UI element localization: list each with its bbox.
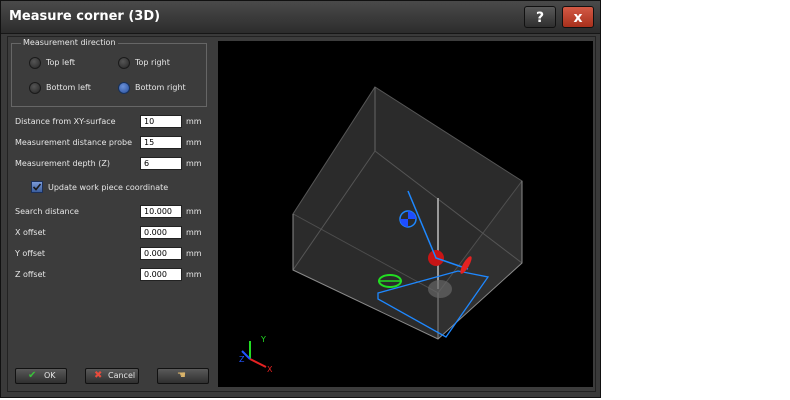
y-offset-input[interactable]: 0.000 — [140, 247, 182, 260]
help-button[interactable]: ? — [524, 6, 556, 28]
x-axis-line — [249, 358, 267, 368]
radio-top-right-label: Top right — [135, 58, 170, 67]
measurement-depth-unit: mm — [186, 159, 202, 168]
cancel-x-icon: ✖ — [94, 370, 103, 381]
check-icon — [32, 183, 42, 191]
y-offset-label: Y offset — [15, 249, 46, 258]
probe-shadow — [428, 280, 452, 298]
update-workpiece-checkbox[interactable] — [31, 181, 43, 193]
distance-xy-input[interactable]: 10 — [140, 115, 182, 128]
x-axis-label: X — [267, 365, 273, 374]
measurement-direction-label: Measurement direction — [21, 38, 118, 47]
x-offset-input[interactable]: 0.000 — [140, 226, 182, 239]
search-distance-input[interactable]: 10.000 — [140, 205, 182, 218]
radio-bottom-left[interactable] — [29, 82, 41, 94]
measurement-distance-input[interactable]: 15 — [140, 136, 182, 149]
z-offset-label: Z offset — [15, 270, 46, 279]
dialog-window: Measure corner (3D) ? x Measurement dire… — [0, 0, 601, 398]
radio-bottom-left-label: Bottom left — [46, 83, 91, 92]
update-workpiece-label: Update work piece coordinate — [48, 183, 169, 192]
check-icon: ✔ — [28, 370, 37, 381]
z-offset-unit: mm — [186, 270, 202, 279]
radio-top-left[interactable] — [29, 57, 41, 69]
search-distance-label: Search distance — [15, 207, 79, 216]
x-offset-label: X offset — [15, 228, 46, 237]
hand-icon: ☚ — [177, 370, 186, 381]
3d-scene: Y X Z — [239, 86, 523, 374]
cancel-button[interactable]: ✖ Cancel — [85, 368, 139, 384]
cancel-label: Cancel — [108, 371, 136, 380]
x-offset-unit: mm — [186, 228, 202, 237]
ok-button[interactable]: ✔ OK — [15, 368, 67, 384]
y-offset-unit: mm — [186, 249, 202, 258]
radio-top-right[interactable] — [118, 57, 130, 69]
measurement-distance-label: Measurement distance probe — [15, 138, 132, 147]
measurement-depth-input[interactable]: 6 — [140, 157, 182, 170]
ok-label: OK — [44, 371, 56, 380]
tool-button[interactable]: ☚ — [157, 368, 209, 384]
y-axis-label: Y — [260, 335, 266, 344]
title-bar[interactable]: Measure corner (3D) ? x — [1, 1, 600, 34]
window-title: Measure corner (3D) — [9, 9, 161, 24]
measurement-depth-label: Measurement depth (Z) — [15, 159, 111, 168]
distance-xy-unit: mm — [186, 117, 202, 126]
radio-top-left-label: Top left — [46, 58, 75, 67]
close-button[interactable]: x — [562, 6, 594, 28]
radio-bottom-right-label: Bottom right — [135, 83, 186, 92]
z-axis-label: Z — [239, 355, 245, 364]
distance-xy-label: Distance from XY-surface — [15, 117, 116, 126]
search-distance-unit: mm — [186, 207, 202, 216]
z-offset-input[interactable]: 0.000 — [140, 268, 182, 281]
radio-bottom-right[interactable] — [118, 82, 130, 94]
measurement-distance-unit: mm — [186, 138, 202, 147]
3d-viewport[interactable]: Y X Z — [218, 41, 593, 387]
measurement-direction-group — [11, 43, 207, 107]
